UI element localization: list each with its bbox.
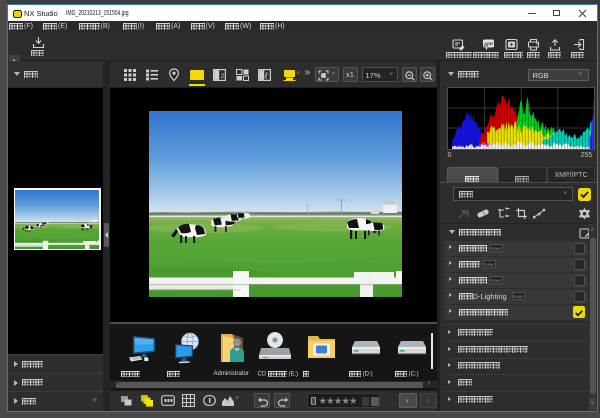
svg-text:2: 2 xyxy=(220,73,224,80)
